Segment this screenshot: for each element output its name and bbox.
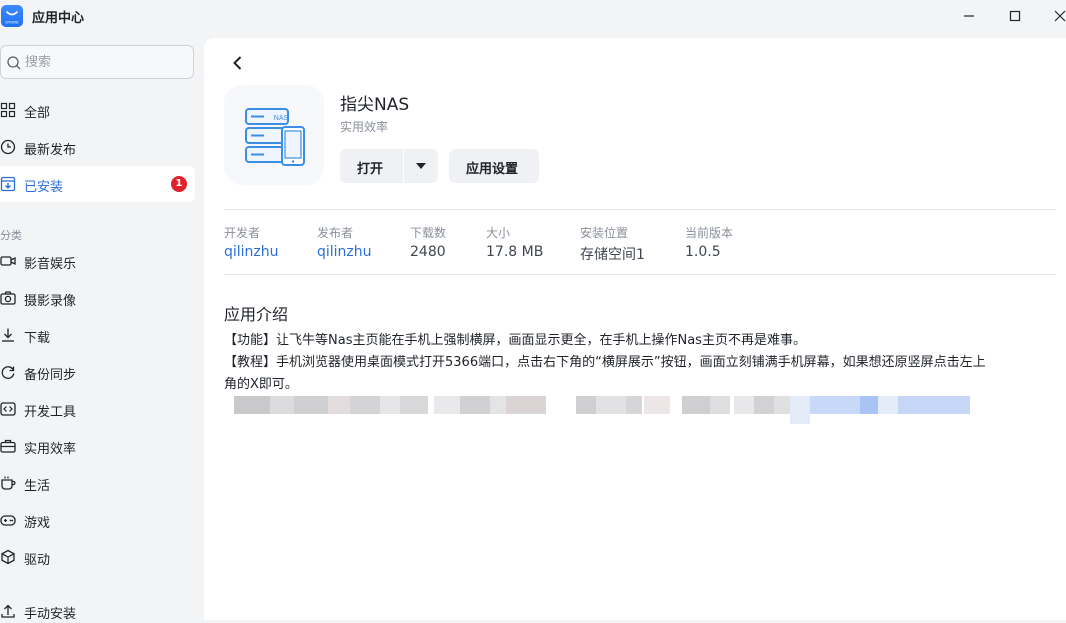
video-icon xyxy=(0,253,16,269)
sidebar-item-label: 摄影录像 xyxy=(24,294,77,309)
category-section-label: 分类 xyxy=(0,229,22,242)
svg-text:NAS: NAS xyxy=(274,115,289,122)
app-icon: NAS xyxy=(224,85,324,185)
tutorial-tag: 【教程】 xyxy=(224,355,277,370)
publisher-label: 发布者 xyxy=(317,226,354,240)
clock-icon xyxy=(0,139,16,155)
blurred-redacted-text xyxy=(224,396,970,424)
minimize-button[interactable] xyxy=(958,5,980,27)
notification-badge: 1 xyxy=(171,176,187,192)
installed-icon xyxy=(0,176,16,192)
description-line-tutorial: 【教程】手机浏览器使用桌面模式打开5366端口，点击右下角的“横屏展示”按钮，画… xyxy=(224,352,1060,374)
downloads-value: 2480 xyxy=(410,244,446,260)
open-options-dropdown[interactable] xyxy=(404,149,438,183)
code-icon xyxy=(0,401,16,417)
search-input[interactable] xyxy=(25,53,185,71)
window-title: 应用中心 xyxy=(32,11,85,26)
size-value: 17.8 MB xyxy=(486,244,544,260)
divider xyxy=(224,209,1056,210)
app-detail-panel: NAS 指尖NAS 实用效率 打开 应用设置 开发者 qilinzhu 发布者 … xyxy=(204,38,1066,620)
feature-text: 让飞牛等Nas主页能在手机上强制横屏，画面显示更全，在手机上操作Nas主页不再是… xyxy=(276,333,806,348)
install-location-label: 安装位置 xyxy=(580,226,629,240)
sidebar-item-latest[interactable]: 最新发布 xyxy=(0,129,195,165)
maximize-button[interactable] xyxy=(1004,5,1026,27)
version-value: 1.0.5 xyxy=(685,244,721,260)
divider xyxy=(224,274,1056,275)
app-settings-button[interactable]: 应用设置 xyxy=(449,149,539,183)
install-location-value: 存储空间1 xyxy=(580,247,645,263)
gamepad-icon xyxy=(0,512,16,528)
sidebar-item-installed[interactable]: 已安装 1 xyxy=(0,166,195,202)
chevron-left-icon xyxy=(233,56,242,70)
downloads-label: 下载数 xyxy=(410,226,447,240)
sidebar-item-label: 生活 xyxy=(24,479,51,494)
app-store-logo-icon: STORE xyxy=(1,5,23,27)
app-name: 指尖NAS xyxy=(340,95,410,115)
sidebar-item-label: 驱动 xyxy=(24,553,51,568)
sidebar-item-label: 开发工具 xyxy=(24,405,77,420)
tutorial-text-continued: 角的X即可。 xyxy=(224,377,298,392)
open-button[interactable]: 打开 xyxy=(340,149,403,183)
sidebar-item-manual-install[interactable]: 手动安装 xyxy=(0,593,195,622)
description-line-feature: 【功能】让飞牛等Nas主页能在手机上强制横屏，画面显示更全，在手机上操作Nas主… xyxy=(224,330,1060,352)
sidebar-item-all[interactable]: 全部 xyxy=(0,92,195,128)
title-bar: STORE 应用中心 xyxy=(0,0,1066,34)
close-button[interactable] xyxy=(1049,5,1066,27)
sidebar-item-label: 手动安装 xyxy=(24,607,77,622)
caret-down-icon xyxy=(416,163,426,169)
version-label: 当前版本 xyxy=(685,226,734,240)
feature-tag: 【功能】 xyxy=(224,333,277,348)
sidebar-item-productivity[interactable]: 实用效率 xyxy=(0,428,195,464)
sidebar-item-life[interactable]: 生活 xyxy=(0,465,195,501)
developer-link[interactable]: qilinzhu xyxy=(224,244,279,260)
sidebar-item-photography[interactable]: 摄影录像 xyxy=(0,280,195,316)
sidebar-item-label: 下载 xyxy=(24,331,51,346)
app-settings-label: 应用设置 xyxy=(466,162,519,177)
app-category: 实用效率 xyxy=(340,120,389,134)
sidebar-item-download[interactable]: 下载 xyxy=(0,317,195,353)
briefcase-icon xyxy=(0,438,16,454)
camera-icon xyxy=(0,290,16,306)
sidebar-item-label: 游戏 xyxy=(24,516,51,531)
sidebar-item-label: 实用效率 xyxy=(24,442,77,457)
cube-icon xyxy=(0,549,16,565)
open-button-label: 打开 xyxy=(357,162,384,177)
sidebar-item-backup-sync[interactable]: 备份同步 xyxy=(0,354,195,390)
tutorial-text: 手机浏览器使用桌面模式打开5366端口，点击右下角的“横屏展示”按钮，画面立刻铺… xyxy=(276,355,986,370)
cup-icon xyxy=(0,475,16,491)
description-title: 应用介绍 xyxy=(224,305,289,324)
sidebar-item-label: 最新发布 xyxy=(24,143,77,158)
sidebar-item-dev-tools[interactable]: 开发工具 xyxy=(0,391,195,427)
search-box[interactable] xyxy=(0,45,194,79)
description-line-continued: 角的X即可。 xyxy=(224,374,1060,396)
download-icon xyxy=(0,327,16,343)
sidebar-item-label: 备份同步 xyxy=(24,368,77,383)
search-icon xyxy=(6,55,22,75)
sidebar-item-label: 全部 xyxy=(24,106,51,121)
sidebar-item-label: 已安装 xyxy=(24,180,64,195)
publisher-link[interactable]: qilinzhu xyxy=(317,244,372,260)
back-button[interactable] xyxy=(230,54,246,72)
nas-server-icon: NAS xyxy=(245,108,305,166)
upload-icon xyxy=(0,603,16,619)
sidebar-item-media[interactable]: 影音娱乐 xyxy=(0,243,195,279)
sidebar-item-games[interactable]: 游戏 xyxy=(0,502,195,538)
sync-icon xyxy=(0,364,16,380)
grid-icon xyxy=(0,102,16,118)
size-label: 大小 xyxy=(486,226,511,240)
svg-text:STORE: STORE xyxy=(5,20,19,25)
developer-label: 开发者 xyxy=(224,226,261,240)
sidebar-item-label: 影音娱乐 xyxy=(24,257,77,272)
sidebar-item-drivers[interactable]: 驱动 xyxy=(0,539,195,575)
